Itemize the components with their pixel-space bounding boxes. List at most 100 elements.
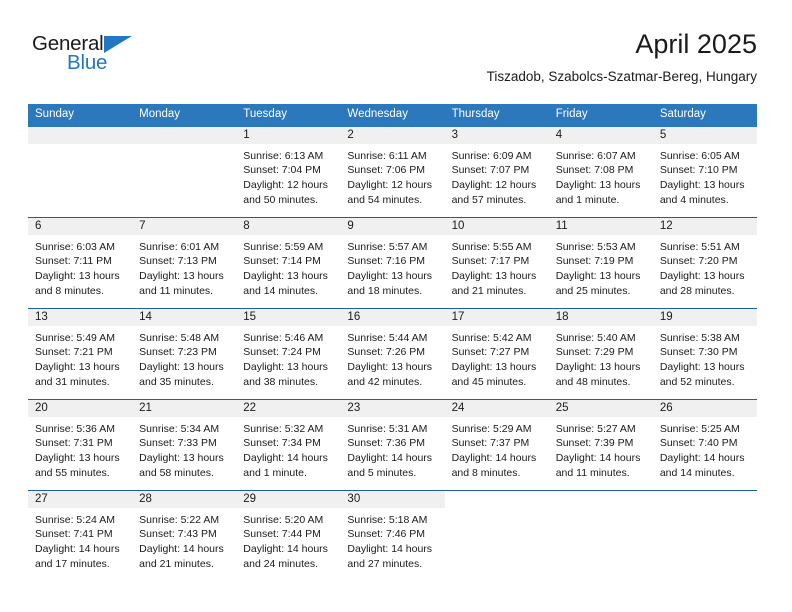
day-sun-info: Sunrise: 6:07 AM Sunset: 7:08 PM Daylight:… bbox=[549, 144, 653, 207]
day-number: 3 bbox=[444, 126, 549, 144]
calendar-day-cell[interactable]: 8 Sunrise: 5:59 AM Sunset: 7:14 PM Daylight… bbox=[236, 217, 341, 308]
sunset-text: Sunset: 7:19 PM bbox=[555, 255, 634, 268]
sunrise-text: Sunrise: 6:09 AM bbox=[451, 149, 532, 162]
calendar-day-cell[interactable]: 6 Sunrise: 6:03 AM Sunset: 7:11 PM Daylight… bbox=[28, 217, 133, 308]
day-number: 12 bbox=[652, 217, 757, 235]
day-of-week-header: Friday bbox=[555, 108, 588, 120]
calendar-day-cell[interactable]: 27 Sunrise: 5:24 AM Sunset: 7:41 PM Dayligh… bbox=[28, 490, 133, 581]
day-sun-info: Sunrise: 5:42 AM Sunset: 7:27 PM Daylight:… bbox=[445, 326, 549, 389]
sunset-text: Sunset: 7:30 PM bbox=[659, 346, 738, 359]
calendar-day-cell[interactable]: 18 Sunrise: 5:40 AM Sunset: 7:29 PM Dayligh… bbox=[548, 308, 653, 399]
daylight-text: Daylight: 13 hours and 8 minutes. bbox=[35, 269, 120, 297]
calendar-week-row: 27 Sunrise: 5:24 AM Sunset: 7:41 PM Dayligh… bbox=[28, 489, 757, 581]
day-number: 6 bbox=[28, 217, 133, 235]
sunset-text: Sunset: 7:33 PM bbox=[139, 437, 217, 450]
day-of-week-header: Saturday bbox=[659, 108, 706, 120]
sunrise-text: Sunrise: 5:40 AM bbox=[555, 331, 636, 344]
daylight-text: Daylight: 13 hours and 1 minute. bbox=[555, 178, 641, 206]
day-sun-info: Sunrise: 5:25 AM Sunset: 7:40 PM Daylight:… bbox=[653, 417, 757, 480]
calendar-day-cell[interactable]: 24 Sunrise: 5:29 AM Sunset: 7:37 PM Dayligh… bbox=[444, 399, 549, 490]
calendar-day-cell[interactable]: 5 Sunrise: 6:05 AM Sunset: 7:10 PM Daylight… bbox=[652, 126, 757, 217]
sunrise-text: Sunrise: 6:11 AM bbox=[347, 149, 427, 162]
daylight-text: Daylight: 14 hours and 21 minutes. bbox=[139, 542, 224, 570]
calendar-day-cell[interactable]: 30 Sunrise: 5:18 AM Sunset: 7:46 PM Dayligh… bbox=[340, 490, 445, 581]
sunrise-text: Sunrise: 6:07 AM bbox=[555, 149, 636, 162]
daylight-text: Daylight: 13 hours and 14 minutes. bbox=[243, 269, 328, 297]
day-sun-info: Sunrise: 5:32 AM Sunset: 7:34 PM Daylight:… bbox=[236, 417, 340, 480]
daylight-text: Daylight: 13 hours and 45 minutes. bbox=[451, 360, 537, 388]
sunrise-text: Sunrise: 5:25 AM bbox=[659, 422, 740, 435]
calendar-day-cell[interactable]: 22 Sunrise: 5:32 AM Sunset: 7:34 PM Dayligh… bbox=[236, 399, 341, 490]
calendar-day-cell[interactable]: 4 Sunrise: 6:07 AM Sunset: 7:08 PM Daylight… bbox=[548, 126, 653, 217]
calendar-day-cell[interactable]: 14 Sunrise: 5:48 AM Sunset: 7:23 PM Dayligh… bbox=[132, 308, 237, 399]
day-number: 2 bbox=[340, 126, 445, 144]
calendar-day-cell[interactable]: 19 Sunrise: 5:38 AM Sunset: 7:30 PM Dayligh… bbox=[652, 308, 757, 399]
sunset-text: Sunset: 7:14 PM bbox=[243, 255, 321, 268]
daylight-text: Daylight: 13 hours and 31 minutes. bbox=[35, 360, 120, 388]
calendar-day-cell[interactable]: 10 Sunrise: 5:55 AM Sunset: 7:17 PM Dayligh… bbox=[444, 217, 549, 308]
calendar-day-cell[interactable]: 1 Sunrise: 6:13 AM Sunset: 7:04 PM Daylight… bbox=[236, 126, 341, 217]
day-sun-info: Sunrise: 5:57 AM Sunset: 7:16 PM Daylight:… bbox=[340, 235, 444, 298]
calendar-day-cell[interactable]: 28 Sunrise: 5:22 AM Sunset: 7:43 PM Dayligh… bbox=[132, 490, 237, 581]
sunset-text: Sunset: 7:31 PM bbox=[35, 437, 113, 450]
calendar-weeks: 1 Sunrise: 6:13 AM Sunset: 7:04 PM Daylight… bbox=[28, 126, 757, 581]
day-of-week-header: Tuesday bbox=[243, 108, 287, 120]
sunrise-text: Sunrise: 5:27 AM bbox=[555, 422, 636, 435]
day-of-week-header: Thursday bbox=[451, 108, 500, 120]
day-sun-info: Sunrise: 5:22 AM Sunset: 7:43 PM Daylight:… bbox=[132, 508, 236, 571]
calendar-day-cell[interactable]: 3 Sunrise: 6:09 AM Sunset: 7:07 PM Daylight… bbox=[444, 126, 549, 217]
day-of-week-header: Wednesday bbox=[347, 108, 408, 120]
day-sun-info: Sunrise: 6:01 AM Sunset: 7:13 PM Daylight:… bbox=[132, 235, 236, 298]
calendar-day-cell[interactable]: 17 Sunrise: 5:42 AM Sunset: 7:27 PM Dayligh… bbox=[444, 308, 549, 399]
daylight-text: Daylight: 13 hours and 4 minutes. bbox=[659, 178, 745, 206]
calendar-day-cell[interactable]: 11 Sunrise: 5:53 AM Sunset: 7:19 PM Dayligh… bbox=[548, 217, 653, 308]
calendar-day-cell[interactable]: 7 Sunrise: 6:01 AM Sunset: 7:13 PM Daylight… bbox=[132, 217, 237, 308]
calendar-day-cell[interactable]: 29 Sunrise: 5:20 AM Sunset: 7:44 PM Dayligh… bbox=[236, 490, 341, 581]
sunset-text: Sunset: 7:41 PM bbox=[35, 528, 113, 541]
calendar-week-row: 20 Sunrise: 5:36 AM Sunset: 7:31 PM Dayligh… bbox=[28, 398, 757, 490]
calendar-day-cell-empty bbox=[132, 126, 237, 217]
daylight-text: Daylight: 12 hours and 50 minutes. bbox=[243, 178, 328, 206]
calendar-day-cell-empty bbox=[28, 126, 133, 217]
sunset-text: Sunset: 7:40 PM bbox=[659, 437, 738, 450]
day-number: 5 bbox=[652, 126, 757, 144]
sunrise-text: Sunrise: 5:32 AM bbox=[243, 422, 324, 435]
location-subtitle: Tiszadob, Szabolcs-Szatmar-Bereg, Hungar… bbox=[486, 68, 757, 84]
day-number: 9 bbox=[340, 217, 445, 235]
calendar-day-cell[interactable]: 15 Sunrise: 5:46 AM Sunset: 7:24 PM Dayligh… bbox=[236, 308, 341, 399]
day-sun-info: Sunrise: 6:05 AM Sunset: 7:10 PM Daylight:… bbox=[653, 144, 757, 207]
day-sun-info: Sunrise: 5:24 AM Sunset: 7:41 PM Daylight:… bbox=[28, 508, 132, 571]
day-sun-info: Sunrise: 5:29 AM Sunset: 7:37 PM Daylight:… bbox=[445, 417, 549, 480]
calendar-day-cell[interactable]: 2 Sunrise: 6:11 AM Sunset: 7:06 PM Daylight… bbox=[340, 126, 445, 217]
calendar-day-cell[interactable]: 26 Sunrise: 5:25 AM Sunset: 7:40 PM Dayligh… bbox=[652, 399, 757, 490]
day-sun-info: Sunrise: 5:44 AM Sunset: 7:26 PM Daylight:… bbox=[340, 326, 444, 389]
day-sun-info: Sunrise: 5:40 AM Sunset: 7:29 PM Daylight:… bbox=[549, 326, 653, 389]
calendar-day-cell[interactable]: 25 Sunrise: 5:27 AM Sunset: 7:39 PM Dayligh… bbox=[548, 399, 653, 490]
calendar-day-cell[interactable]: 12 Sunrise: 5:51 AM Sunset: 7:20 PM Dayligh… bbox=[652, 217, 757, 308]
calendar-day-cell[interactable]: 23 Sunrise: 5:31 AM Sunset: 7:36 PM Dayligh… bbox=[340, 399, 445, 490]
daylight-text: Daylight: 14 hours and 1 minute. bbox=[243, 451, 328, 479]
sunset-text: Sunset: 7:08 PM bbox=[555, 164, 634, 177]
day-number: 7 bbox=[132, 217, 237, 235]
day-sun-info: Sunrise: 5:20 AM Sunset: 7:44 PM Daylight:… bbox=[236, 508, 340, 571]
calendar-day-cell[interactable]: 21 Sunrise: 5:34 AM Sunset: 7:33 PM Dayligh… bbox=[132, 399, 237, 490]
day-of-week-header: Monday bbox=[139, 108, 181, 120]
daylight-text: Daylight: 13 hours and 35 minutes. bbox=[139, 360, 224, 388]
calendar-day-cell-empty bbox=[548, 490, 653, 581]
calendar-day-cell[interactable]: 13 Sunrise: 5:49 AM Sunset: 7:21 PM Dayligh… bbox=[28, 308, 133, 399]
general-blue-logo: General Blue bbox=[32, 33, 152, 86]
daylight-text: Daylight: 13 hours and 52 minutes. bbox=[659, 360, 745, 388]
calendar-day-cell[interactable]: 9 Sunrise: 5:57 AM Sunset: 7:16 PM Daylight… bbox=[340, 217, 445, 308]
sunset-text: Sunset: 7:26 PM bbox=[347, 346, 426, 359]
day-sun-info: Sunrise: 5:36 AM Sunset: 7:31 PM Daylight:… bbox=[28, 417, 132, 480]
sunset-text: Sunset: 7:17 PM bbox=[451, 255, 530, 268]
calendar-table: Sunday Monday Tuesday Wednesday Thursday Frid… bbox=[28, 104, 757, 581]
day-number: 29 bbox=[236, 490, 341, 508]
sunset-text: Sunset: 7:23 PM bbox=[139, 346, 217, 359]
calendar-day-cell[interactable]: 16 Sunrise: 5:44 AM Sunset: 7:26 PM Dayligh… bbox=[340, 308, 445, 399]
sunset-text: Sunset: 7:27 PM bbox=[451, 346, 530, 359]
day-number: 18 bbox=[548, 308, 653, 326]
calendar-day-cell[interactable]: 20 Sunrise: 5:36 AM Sunset: 7:31 PM Dayligh… bbox=[28, 399, 133, 490]
sunset-text: Sunset: 7:07 PM bbox=[451, 164, 530, 177]
day-sun-info: Sunrise: 5:49 AM Sunset: 7:21 PM Daylight:… bbox=[28, 326, 132, 389]
